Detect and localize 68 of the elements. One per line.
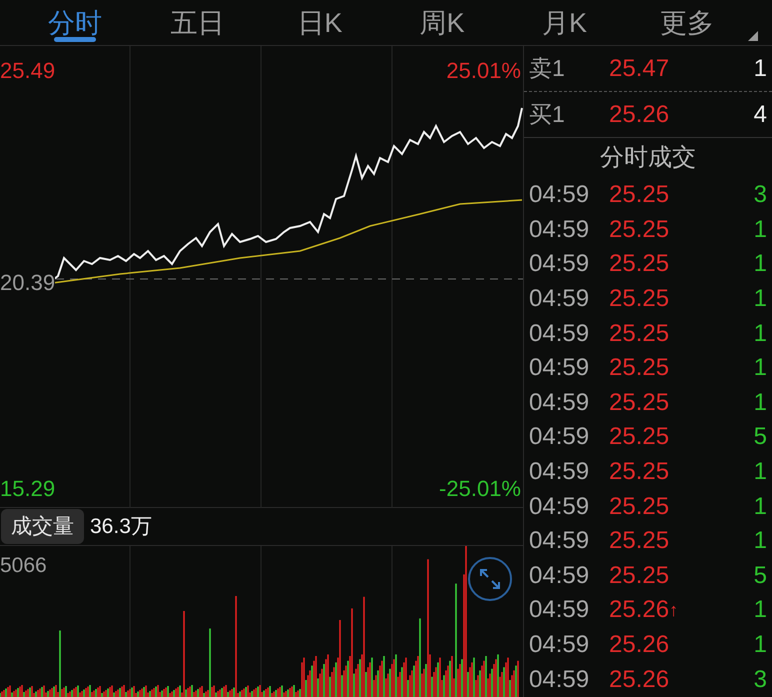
trade-quantity: 1 [754, 284, 767, 314]
trade-price: 25.26 [609, 595, 670, 626]
price-low: 15.29 [0, 475, 56, 503]
trade-price: 25.25 [609, 457, 670, 488]
percent-high: 25.01% [446, 57, 521, 85]
chart-tab[interactable]: 周K [380, 0, 504, 46]
trade-quantity: 1 [754, 388, 767, 418]
trade-time: 04:59 [529, 249, 590, 280]
trade-time: 04:59 [529, 630, 590, 660]
trade-price: 25.25 [609, 422, 670, 452]
trade-price: 25.26 [609, 664, 670, 695]
trade-quantity: 1 [754, 318, 767, 349]
trade-price: 25.25 [609, 353, 670, 384]
trade-time: 04:59 [529, 492, 590, 522]
expand-icon[interactable] [467, 556, 513, 602]
trade-time: 04:59 [529, 214, 590, 245]
trade-time: 04:59 [529, 422, 590, 452]
trade-price: 25.25 [609, 214, 670, 245]
chart-tab[interactable]: 月K [503, 0, 626, 46]
trade-quantity: 1 [754, 214, 767, 245]
trade-quantity: 1 [754, 630, 767, 660]
dropdown-triangle-icon[interactable] [748, 31, 758, 41]
trade-price: 25.25 [609, 388, 670, 418]
quote-price: 25.47 [609, 54, 670, 84]
trade-quantity: 3 [754, 180, 767, 210]
quote-price: 25.26 [609, 100, 670, 130]
trade-quantity: 1 [754, 492, 767, 522]
volume-label[interactable]: 成交量 [1, 508, 84, 544]
trade-price: 25.25 [609, 284, 670, 314]
quote-label: 卖1 [529, 54, 566, 84]
trade-time: 04:59 [529, 664, 590, 695]
trade-quantity: 5 [754, 422, 767, 452]
volume-max: 5066 [0, 553, 47, 579]
trades-title: 分时成交 [599, 143, 697, 173]
quote-quantity: 4 [754, 100, 767, 130]
trade-price: 25.25 [609, 318, 670, 349]
trade-quantity: 1 [754, 353, 767, 384]
trade-time: 04:59 [529, 180, 590, 210]
trade-time: 04:59 [529, 526, 590, 556]
trade-price: 25.25 [609, 249, 670, 280]
chart-tab[interactable]: 五日 [136, 0, 259, 46]
trade-quantity: 5 [754, 560, 767, 591]
trade-time: 04:59 [529, 284, 590, 314]
trade-time: 04:59 [529, 318, 590, 349]
trade-quantity: 1 [754, 457, 767, 488]
price-high: 25.49 [0, 57, 56, 85]
trade-time: 04:59 [529, 388, 590, 418]
trade-quantity: 1 [754, 526, 767, 556]
quote-quantity: 1 [754, 54, 767, 84]
trade-quantity: 1 [754, 249, 767, 280]
trade-time: 04:59 [529, 457, 590, 488]
trade-time: 04:59 [529, 560, 590, 591]
trade-quantity: 1 [754, 595, 767, 626]
trade-time: 04:59 [529, 353, 590, 384]
quote-label: 买1 [529, 100, 566, 130]
trade-price: 25.25 [609, 560, 670, 591]
chart-tab[interactable]: 日K [258, 0, 381, 46]
trade-price: 25.25 [609, 526, 670, 556]
chart-tab[interactable]: 更多 [626, 0, 748, 46]
trade-price: 25.26 [609, 630, 670, 660]
trade-time: 04:59 [529, 595, 590, 626]
percent-low: -25.01% [439, 475, 521, 503]
chart-tab[interactable]: 分时 [14, 0, 136, 46]
volume-total: 36.3万 [90, 514, 152, 540]
trade-direction: ↑ [669, 598, 678, 622]
trade-price: 25.25 [609, 180, 670, 210]
trade-quantity: 3 [754, 664, 767, 695]
trade-price: 25.25 [609, 492, 670, 522]
